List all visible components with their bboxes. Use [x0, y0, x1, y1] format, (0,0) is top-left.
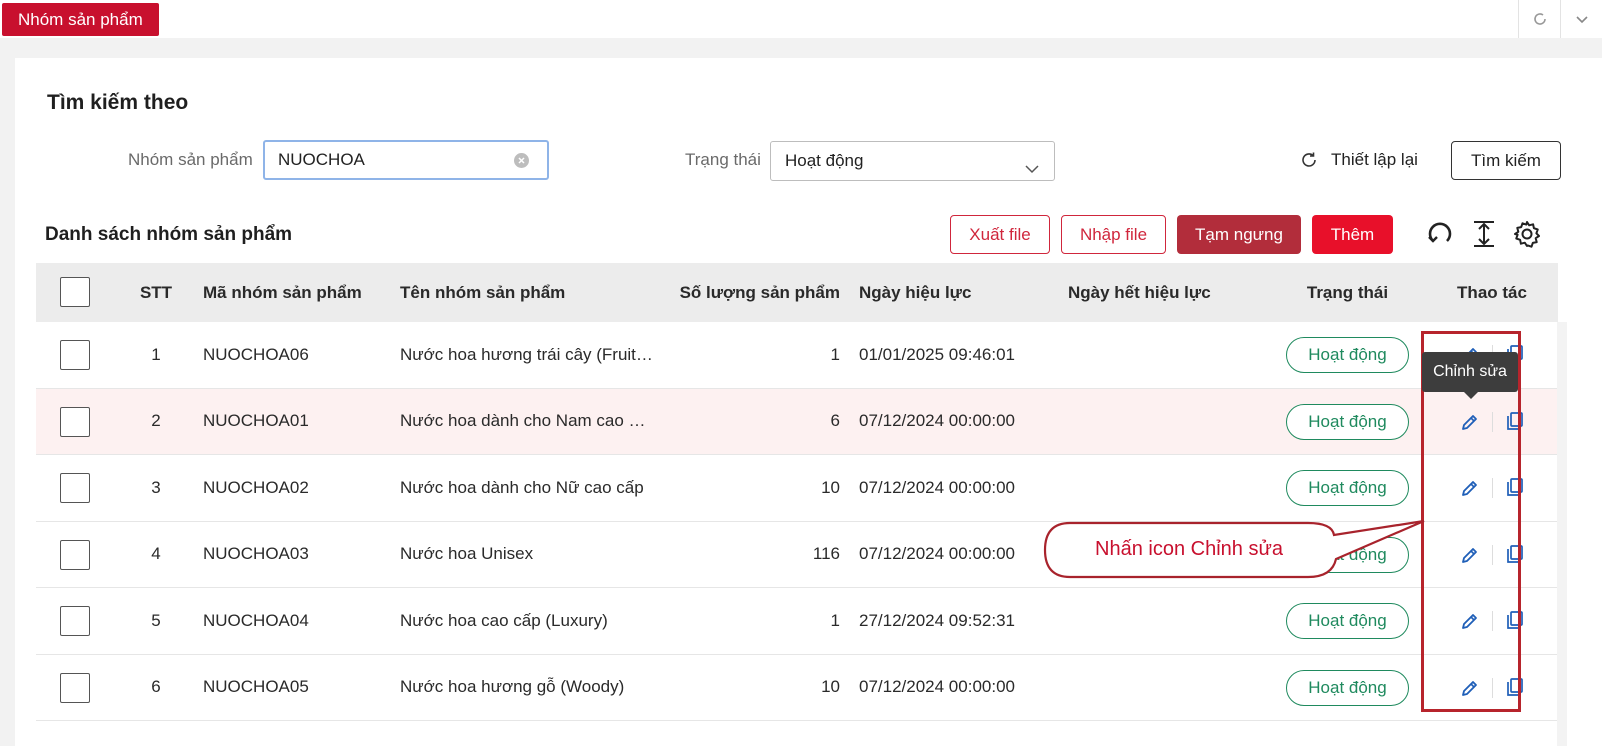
vertical-scrollbar[interactable]	[1557, 322, 1567, 746]
cell-code: NUOCHOA06	[203, 344, 309, 364]
cell-code: NUOCHOA01	[203, 411, 309, 431]
header-actions: Thao tác	[1457, 282, 1527, 302]
tab-product-group[interactable]: Nhóm sản phẩm	[2, 3, 159, 36]
table-row[interactable]: 2 NUOCHOA01 Nước hoa dành cho Nam cao … 6 07…	[36, 388, 1558, 455]
reload-icon[interactable]	[1424, 218, 1456, 250]
table-row[interactable]: 3 NUOCHOA02 Nước hoa dành cho Nữ cao cấp 10…	[36, 455, 1558, 522]
cell-qty: 1	[830, 344, 840, 364]
cell-start-date: 07/12/2024 00:00:00	[859, 544, 1015, 564]
status-select[interactable]: Hoạt động	[770, 141, 1055, 181]
status-badge: Hoạt động	[1286, 470, 1409, 506]
status-label: Trạng thái	[685, 150, 761, 169]
table-row[interactable]: 1 NUOCHOA06 Nước hoa hương trái cây (Fruit…	[36, 322, 1558, 389]
cell-name: Nước hoa Unisex	[400, 544, 534, 564]
cell-code: NUOCHOA03	[203, 544, 309, 564]
header-start-date: Ngày hiệu lực	[859, 282, 972, 302]
cell-stt: 4	[151, 544, 161, 564]
cell-start-date: 27/12/2024 09:52:31	[859, 610, 1015, 630]
edit-tooltip: Chỉnh sửa	[1422, 352, 1518, 399]
group-search-input[interactable]: NUOCHOA	[263, 140, 549, 180]
cell-stt: 5	[151, 610, 161, 630]
header-qty: Số lượng sản phẩm	[679, 282, 840, 302]
row-checkbox[interactable]	[60, 340, 90, 370]
cell-code: NUOCHOA05	[203, 677, 309, 697]
cell-code: NUOCHOA02	[203, 477, 309, 497]
status-badge: Hoạt động	[1286, 337, 1409, 373]
cell-start-date: 07/12/2024 00:00:00	[859, 677, 1015, 697]
suspend-button[interactable]: Tạm ngưng	[1177, 215, 1301, 254]
cell-stt: 2	[151, 411, 161, 431]
refresh-icon[interactable]	[1518, 0, 1560, 38]
table-row[interactable]: 5 NUOCHOA04 Nước hoa cao cấp (Luxury) 1 27/1…	[36, 588, 1558, 655]
row-checkbox[interactable]	[60, 606, 90, 636]
cell-qty: 10	[821, 677, 840, 697]
cell-name: Nước hoa dành cho Nam cao …	[400, 411, 646, 431]
cell-name: Nước hoa hương trái cây (Fruit…	[400, 344, 653, 364]
row-height-icon[interactable]	[1468, 218, 1500, 250]
row-checkbox[interactable]	[60, 672, 90, 703]
top-bar: Nhóm sản phẩm	[0, 0, 1602, 38]
cell-name: Nước hoa dành cho Nữ cao cấp	[400, 477, 644, 497]
cell-qty: 1	[830, 610, 840, 630]
callout-text: Nhấn icon Chỉnh sửa	[1095, 537, 1283, 560]
table-header: STT Mã nhóm sản phẩm Tên nhóm sản phẩm S…	[36, 263, 1558, 322]
select-all-checkbox[interactable]	[60, 277, 90, 307]
add-button[interactable]: Thêm	[1312, 215, 1393, 254]
group-label: Nhóm sản phẩm	[128, 150, 253, 169]
header-code: Mã nhóm sản phẩm	[203, 282, 362, 302]
reset-label: Thiết lập lại	[1331, 150, 1418, 169]
header-name: Tên nhóm sản phẩm	[400, 282, 566, 302]
chevron-down-icon[interactable]	[1560, 0, 1602, 38]
status-badge: Hoạt động	[1286, 403, 1409, 440]
header-status: Trạng thái	[1306, 282, 1389, 302]
cell-stt: 3	[151, 477, 161, 497]
cell-start-date: 07/12/2024 00:00:00	[859, 477, 1015, 497]
export-button[interactable]: Xuất file	[950, 215, 1050, 254]
header-stt: STT	[139, 282, 173, 302]
cell-stt: 6	[151, 677, 161, 697]
cell-qty: 116	[812, 544, 840, 564]
cell-code: NUOCHOA04	[203, 610, 309, 630]
group-search-value: NUOCHOA	[278, 150, 365, 169]
main-panel: Tìm kiếm theo Nhóm sản phẩm NUOCHOA Trạn…	[15, 58, 1602, 746]
cell-name: Nước hoa hương gỗ (Woody)	[400, 677, 625, 697]
settings-gear-icon[interactable]	[1511, 218, 1543, 250]
reset-button[interactable]: Thiết lập lại	[1285, 141, 1432, 179]
cell-qty: 6	[830, 411, 840, 431]
cell-name: Nước hoa cao cấp (Luxury)	[400, 610, 608, 630]
reset-icon	[1302, 152, 1316, 167]
product-group-table: STT Mã nhóm sản phẩm Tên nhóm sản phẩm S…	[36, 263, 1558, 721]
cell-stt: 1	[151, 344, 161, 364]
import-button[interactable]: Nhập file	[1061, 215, 1166, 254]
row-checkbox[interactable]	[60, 406, 90, 437]
cell-start-date: 01/01/2025 09:46:01	[859, 344, 1015, 364]
search-title: Tìm kiếm theo	[47, 91, 189, 114]
row-checkbox[interactable]	[60, 539, 90, 570]
status-select-value: Hoạt động	[785, 151, 864, 170]
chevron-down-icon	[1024, 153, 1040, 191]
header-end-date: Ngày hết hiệu lực	[1068, 282, 1211, 302]
list-title: Danh sách nhóm sản phẩm	[45, 224, 293, 245]
cell-qty: 10	[821, 477, 840, 497]
search-button[interactable]: Tìm kiếm	[1451, 141, 1561, 180]
topbar-actions	[1518, 0, 1602, 38]
table-row[interactable]: 6 NUOCHOA05 Nước hoa hương gỗ (Woody) 10 07/…	[36, 654, 1558, 721]
row-checkbox[interactable]	[60, 473, 90, 503]
clear-icon[interactable]	[514, 153, 529, 168]
cell-start-date: 07/12/2024 00:00:00	[859, 411, 1015, 431]
status-badge: Hoạt động	[1286, 603, 1409, 639]
status-badge: Hoạt động	[1286, 669, 1409, 706]
